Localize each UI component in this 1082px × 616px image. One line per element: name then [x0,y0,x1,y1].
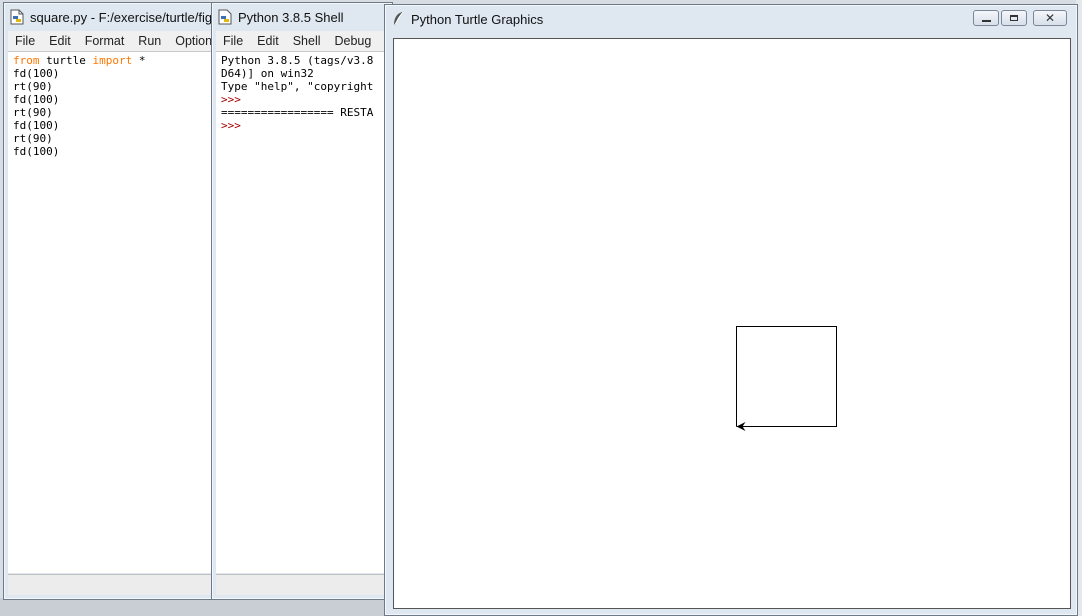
turtle-window-title: Python Turtle Graphics [411,11,544,27]
keyword-token: import [92,54,133,67]
code-token: fd(100) [13,119,60,132]
shell-statusbar [216,574,388,595]
maximize-icon [1010,15,1018,21]
editor-menu-run[interactable]: Run [131,34,168,48]
editor-menu-edit[interactable]: Edit [42,34,78,48]
shell-window-title: Python 3.8.5 Shell [238,9,344,25]
code-line: fd(100) [13,67,216,80]
editor-menubar: File Edit Format Run Options [8,31,216,52]
turtle-window[interactable]: Python Turtle Graphics ✕ [384,4,1078,616]
shell-prompt: >>> [221,119,241,132]
code-token: fd(100) [13,93,60,106]
code-line: fd(100) [13,93,216,106]
editor-menu-file[interactable]: File [8,34,42,48]
code-editor[interactable]: from turtle import * fd(100) rt(90) fd(100)… [8,52,216,573]
shell-menubar: File Edit Shell Debug [216,31,388,52]
code-line: from turtle import * [13,54,216,67]
shell-output[interactable]: Python 3.8.5 (tags/v3.8 D64)] on win32 Typ… [216,52,388,573]
code-line: rt(90) [13,132,216,145]
code-token: fd(100) [13,67,60,80]
shell-line: Python 3.8.5 (tags/v3.8 [221,54,374,67]
shell-line: ================= RESTA [221,106,374,119]
shell-menu-edit[interactable]: Edit [250,34,286,48]
minimize-icon [981,19,991,22]
code-line: fd(100) [13,145,216,158]
shell-text[interactable]: Python 3.8.5 (tags/v3.8 D64)] on win32 Typ… [216,52,388,132]
keyword-token: from [13,54,40,67]
code-token: rt(90) [13,80,53,93]
shell-menu-debug[interactable]: Debug [328,34,379,48]
editor-menu-format[interactable]: Format [78,34,132,48]
code-token: fd(100) [13,145,60,158]
shell-window[interactable]: Python 3.8.5 Shell File Edit Shell Debug Py… [211,2,393,600]
square-path [736,326,837,427]
code-line: rt(90) [13,80,216,93]
shell-titlebar[interactable]: Python 3.8.5 Shell [212,3,392,31]
python-file-icon [10,9,24,25]
editor-window-title: square.py - F:/exercise/turtle/fig [30,9,213,25]
turtle-canvas[interactable] [393,38,1071,609]
editor-titlebar[interactable]: square.py - F:/exercise/turtle/fig [4,3,220,31]
minimize-button[interactable] [973,10,999,26]
editor-menu-options[interactable]: Options [168,34,216,48]
code-line: fd(100) [13,119,216,132]
editor-statusbar [8,574,216,595]
code-token: rt(90) [13,132,53,145]
editor-window[interactable]: square.py - F:/exercise/turtle/fig File E… [3,2,221,600]
code-token: * [132,54,146,67]
shell-menu-shell[interactable]: Shell [286,34,328,48]
code-text[interactable]: from turtle import * fd(100) rt(90) fd(100)… [8,52,216,158]
code-token: rt(90) [13,106,53,119]
turtle-drawing [736,326,837,431]
shell-line: D64)] on win32 [221,67,314,80]
shell-prompt: >>> [221,93,241,106]
shell-line: Type "help", "copyright [221,80,374,93]
maximize-button[interactable] [1001,10,1027,26]
close-icon: ✕ [1044,11,1056,25]
code-token: turtle [39,54,93,67]
feather-icon [393,12,403,27]
shell-menu-file[interactable]: File [216,34,250,48]
close-button[interactable]: ✕ [1033,10,1067,26]
python-icon [218,9,232,25]
code-line: rt(90) [13,106,216,119]
